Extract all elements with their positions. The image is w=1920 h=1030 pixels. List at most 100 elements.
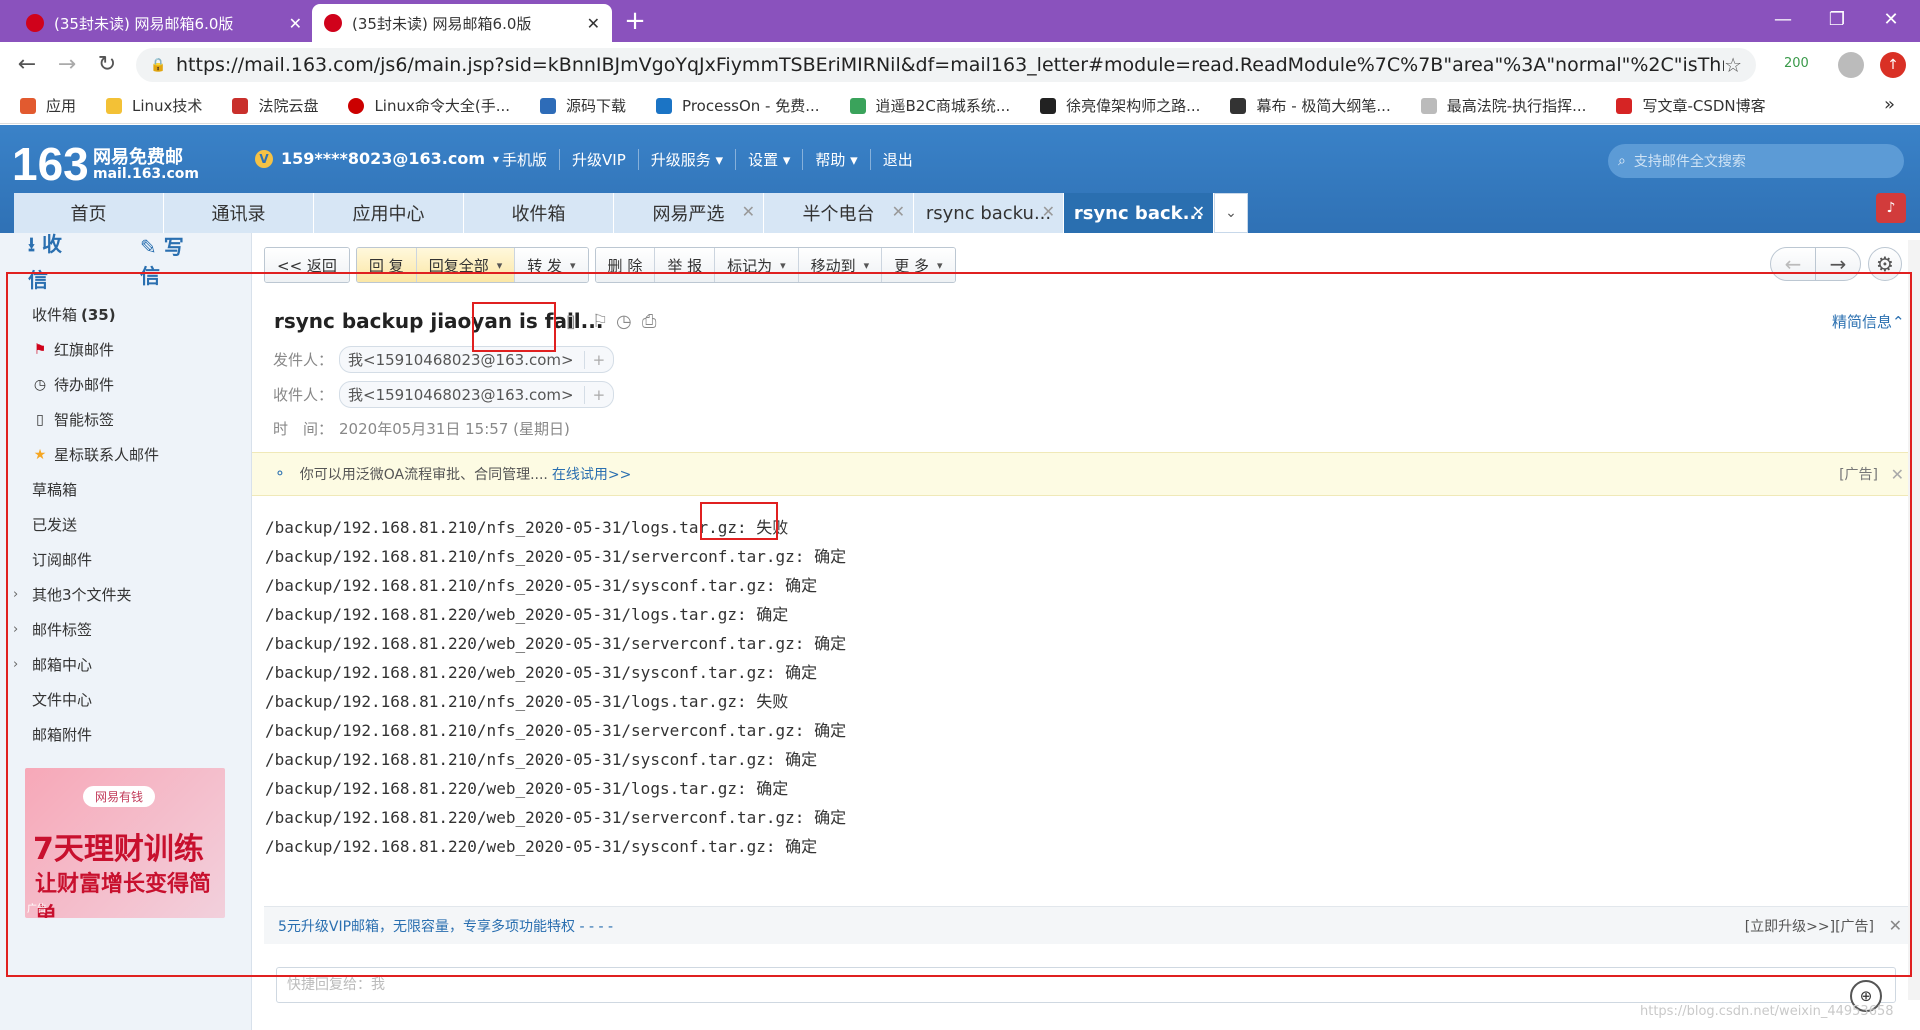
restore-button[interactable]: ❐ (1810, 0, 1864, 40)
more-button[interactable]: 更 多 ▾ (881, 248, 955, 282)
chevron-down-icon: ▾ (863, 258, 870, 272)
back-arrow-icon[interactable]: ← (12, 50, 42, 80)
bookmark-item[interactable]: 徐亮偉架构师之路... (1040, 95, 1200, 116)
tab-rsync-2[interactable]: rsync back... ✕ (1064, 193, 1214, 233)
forward-arrow-icon[interactable]: → (52, 50, 82, 80)
sidebar-item-other-folders[interactable]: › 其他3个文件夹 (0, 577, 251, 612)
close-tab-icon[interactable]: ✕ (587, 14, 600, 33)
bookmark-item[interactable]: Linux命令大全(手... (348, 95, 510, 116)
next-mail-arrow-icon[interactable]: → (1815, 247, 1861, 281)
clock-icon[interactable]: ◷ (616, 311, 632, 332)
bookmark-item[interactable]: ProcessOn - 免费... (656, 95, 820, 116)
body-line: /backup/192.168.81.210/nfs_2020-05-31/lo… (265, 518, 789, 537)
url-text[interactable]: https://mail.163.com/js6/main.jsp?sid=kB… (176, 54, 1724, 76)
prev-mail-arrow-icon[interactable]: ← (1770, 247, 1816, 281)
logo-163[interactable]: 163 (12, 137, 89, 191)
more-label: 更 多 (894, 256, 929, 275)
body-line: /backup/192.168.81.220/web_2020-05-31/sy… (265, 837, 818, 856)
reload-icon[interactable]: ↻ (92, 50, 122, 80)
bookmark-item[interactable]: 写文章-CSDN博客 (1616, 95, 1766, 116)
bookmark-item[interactable]: 幕布 - 极简大纲笔... (1230, 95, 1391, 116)
back-button[interactable]: << 返回 (265, 248, 349, 282)
sidebar-item-todo[interactable]: ◷ 待办邮件 (0, 367, 251, 402)
bookmark-item[interactable]: 最高法院-执行指挥... (1420, 95, 1586, 116)
close-window-button[interactable]: ✕ (1864, 0, 1918, 40)
bookmark-item[interactable]: Linux技术 (106, 95, 202, 116)
move-to-button[interactable]: 移动到 ▾ (797, 248, 882, 282)
menu-logout[interactable]: 退出 (869, 149, 925, 170)
sidebar-item-sent[interactable]: 已发送 (0, 507, 251, 542)
tab-radio[interactable]: 半个电台 ✕ (764, 193, 914, 233)
bookmark-icon[interactable]: ▯ (566, 311, 576, 332)
sidebar-item-starred[interactable]: ★ 星标联系人邮件 (0, 437, 251, 472)
close-icon[interactable]: ✕ (742, 202, 755, 221)
bookmark-item[interactable]: 应用 (20, 95, 76, 116)
browser-tab-active[interactable]: (35封未读) 网易邮箱6.0版 ✕ (312, 4, 612, 42)
tab-rsync-1[interactable]: rsync backu... ✕ (914, 193, 1064, 233)
quick-reply-input[interactable]: 快捷回复给：我 (276, 967, 1896, 1003)
new-tab-button[interactable]: + (618, 4, 652, 38)
menu-upgrade-vip[interactable]: 升级VIP (559, 149, 638, 170)
tabs-more-dropdown[interactable]: ⌄ (1214, 193, 1248, 233)
bookmark-star-icon[interactable]: ☆ (1724, 53, 1742, 77)
flag-icon[interactable]: ⚐ (592, 311, 608, 332)
sidebar-item-mail-tags[interactable]: › 邮件标签 (0, 612, 251, 647)
bookmark-item[interactable]: 法院云盘 (232, 95, 318, 116)
brief-info-toggle[interactable]: 精简信息⌃ (1832, 311, 1905, 332)
minimize-button[interactable]: — (1756, 0, 1810, 40)
print-icon[interactable]: ⎙ (642, 311, 656, 332)
sidebar-item-inbox[interactable]: 收件箱 (35) (0, 297, 251, 332)
tab-app-center[interactable]: 应用中心 (314, 193, 464, 233)
bookmark-item[interactable]: 逍遥B2C商城系统... (849, 95, 1010, 116)
oa-try-link[interactable]: 在线试用>> (552, 464, 631, 484)
tab-inbox[interactable]: 收件箱 (464, 193, 614, 233)
account-menu[interactable]: V 159****8023@163.com ▾ (255, 149, 499, 168)
sidebar-item-mail-center[interactable]: › 邮箱中心 (0, 647, 251, 682)
menu-upgrade-service[interactable]: 升级服务 ▾ (637, 149, 735, 170)
browser-tab[interactable]: (35封未读) 网易邮箱6.0版 ✕ (14, 4, 314, 42)
extension-badge[interactable]: 200 (1784, 56, 1809, 71)
close-icon[interactable]: ✕ (892, 202, 905, 221)
music-icon[interactable]: ♪ (1876, 193, 1906, 223)
sidebar-item-attachments[interactable]: 邮箱附件 (0, 717, 251, 752)
menu-help[interactable]: 帮助 ▾ (802, 149, 869, 170)
close-icon[interactable]: ✕ (1192, 202, 1205, 221)
sidebar-ad-banner[interactable]: 网易有钱 7天理财训练 让财富增长变得简单 广告 (25, 768, 225, 918)
bookmarks-more-button[interactable]: » (1884, 94, 1895, 115)
tab-contacts[interactable]: 通讯录 (164, 193, 314, 233)
add-contact-icon[interactable]: + (583, 385, 605, 404)
forward-button[interactable]: 转 发 ▾ (514, 248, 588, 282)
recipient-address-chip[interactable]: 我<15910468023@163.com> + (339, 381, 615, 408)
sidebar-item-file-center[interactable]: 文件中心 (0, 682, 251, 717)
mark-as-button[interactable]: 标记为 ▾ (714, 248, 798, 282)
reply-button[interactable]: 回 复 (356, 248, 416, 282)
sidebar-item-smart-tags[interactable]: ▯ 智能标签 (0, 402, 251, 437)
scrollbar[interactable] (1908, 240, 1920, 1000)
sidebar-item-drafts[interactable]: 草稿箱 (0, 472, 251, 507)
close-icon[interactable]: ✕ (1042, 202, 1055, 221)
sidebar-item-red-flag[interactable]: ⚑ 红旗邮件 (0, 332, 251, 367)
address-bar[interactable]: 🔒 https://mail.163.com/js6/main.jsp?sid=… (136, 48, 1756, 82)
menu-settings[interactable]: 设置 ▾ (735, 149, 802, 170)
close-tab-icon[interactable]: ✕ (289, 14, 302, 33)
vip-upgrade-link[interactable]: 5元升级VIP邮箱，无限容量，专享多项功能特权 - - - - (278, 916, 613, 936)
add-contact-icon[interactable]: + (583, 350, 605, 369)
delete-button[interactable]: 删 除 (595, 248, 655, 282)
compose-button[interactable]: ✎ 写 信 (140, 231, 206, 289)
upgrade-now-link[interactable]: [立即升级>>][广告] (1745, 916, 1874, 936)
menu-mobile[interactable]: 手机版 (490, 149, 559, 170)
sidebar-item-subscriptions[interactable]: 订阅邮件 (0, 542, 251, 577)
tab-yanxuan[interactable]: 网易严选 ✕ (614, 193, 764, 233)
receive-button[interactable]: ⭳ 收 信 (28, 228, 94, 293)
profile-avatar[interactable] (1838, 52, 1864, 78)
sender-address-chip[interactable]: 我<15910468023@163.com> + (339, 346, 615, 373)
gear-icon[interactable]: ⚙ (1868, 247, 1902, 281)
close-icon[interactable]: ✕ (1889, 916, 1902, 935)
bookmark-item[interactable]: 源码下载 (540, 95, 626, 116)
blog-icon (1040, 97, 1057, 114)
report-button[interactable]: 举 报 (654, 248, 715, 282)
update-icon[interactable]: ↑ (1880, 52, 1906, 78)
reply-all-button[interactable]: 回复全部 ▾ (415, 248, 515, 282)
close-icon[interactable]: ✕ (1891, 465, 1904, 484)
mail-search-input[interactable]: ⌕ 支持邮件全文搜索 (1608, 144, 1904, 178)
